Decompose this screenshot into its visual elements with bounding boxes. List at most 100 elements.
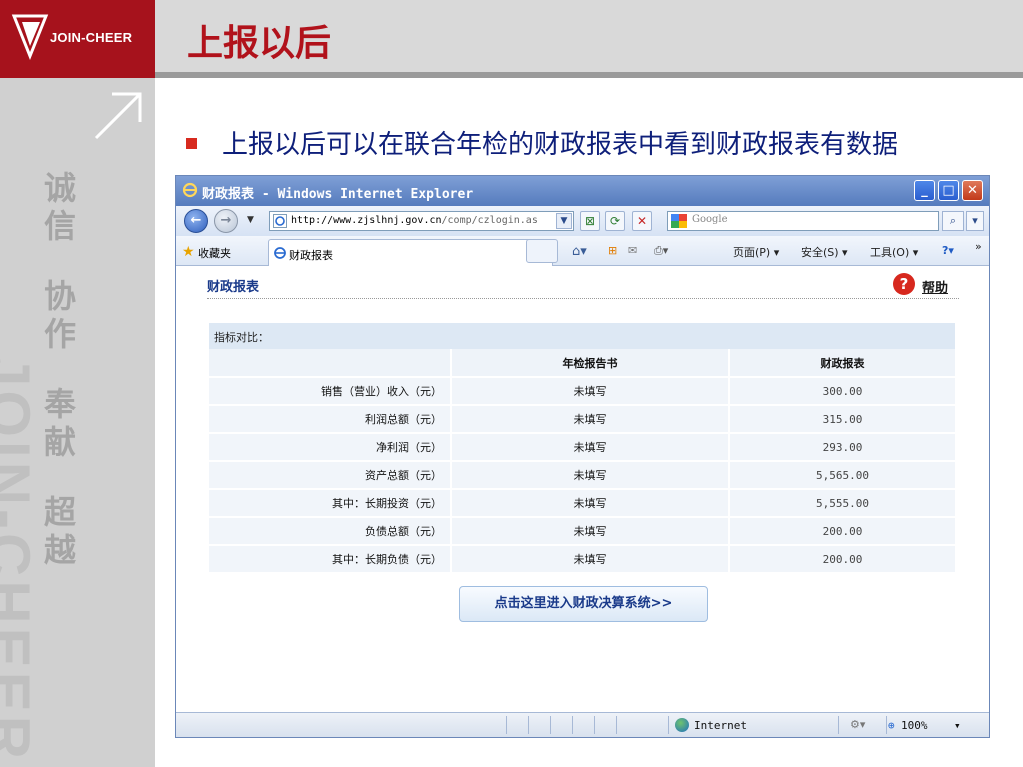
comparison-table: 年检报告书 财政报表 销售（营业）收入（元） 未填写 300.00 利润总额（元… bbox=[209, 349, 955, 574]
arrow-decoration-icon bbox=[94, 92, 142, 140]
search-button-icon[interactable]: ⌕ bbox=[942, 211, 964, 231]
page-favicon-icon bbox=[273, 214, 287, 228]
new-tab-button[interactable] bbox=[526, 239, 558, 263]
table-row: 其中：长期负债（元） 未填写 200.00 bbox=[209, 545, 955, 574]
chevron-more-icon[interactable]: » bbox=[975, 240, 982, 253]
mail-icon[interactable]: ✉ bbox=[628, 244, 637, 257]
table-row: 净利润（元） 未填写 293.00 bbox=[209, 433, 955, 462]
status-divider bbox=[572, 716, 573, 734]
annual-value: 未填写 bbox=[450, 433, 729, 462]
maximize-button[interactable]: □ bbox=[938, 180, 959, 201]
address-text[interactable]: http://www.zjslhnj.gov.cn/comp/czlogin.a… bbox=[291, 215, 545, 226]
security-zone: Internet bbox=[694, 719, 747, 732]
header-divider bbox=[207, 298, 959, 299]
compatibility-view-icon[interactable]: ⊠ bbox=[580, 211, 600, 231]
history-dropdown-icon[interactable]: ▼ bbox=[247, 215, 254, 225]
safety-menu[interactable]: 安全(S) ▾ bbox=[801, 244, 848, 260]
status-divider bbox=[550, 716, 551, 734]
ie-tab-icon bbox=[274, 247, 286, 259]
search-input[interactable]: Google bbox=[667, 211, 939, 231]
status-divider bbox=[506, 716, 507, 734]
help-menu-icon[interactable]: ?▾ bbox=[942, 244, 954, 257]
table-row: 利润总额（元） 未填写 315.00 bbox=[209, 405, 955, 434]
annual-value: 未填写 bbox=[450, 517, 729, 546]
financial-value: 5,555.00 bbox=[728, 489, 955, 518]
refresh-icon[interactable]: ⟳ bbox=[605, 211, 625, 231]
row-label: 其中：长期负债（元） bbox=[209, 545, 451, 574]
sidebar-watermark: JOIN-CHEER bbox=[0, 353, 42, 764]
back-button[interactable]: ← bbox=[184, 209, 208, 233]
search-placeholder: Google bbox=[692, 214, 728, 225]
brand-name: JOIN-CHEER bbox=[50, 30, 133, 45]
title-band-underline bbox=[155, 72, 1023, 78]
feeds-icon[interactable]: ⊞ bbox=[608, 244, 617, 257]
print-icon[interactable]: ⎙▾ bbox=[654, 244, 668, 258]
address-path: /comp/czlogin.as bbox=[441, 215, 538, 226]
enter-financial-system-button[interactable]: 点击这里进入财政决算系统>> bbox=[459, 586, 708, 622]
tab-label: 财政报表 bbox=[289, 249, 333, 262]
financial-value: 300.00 bbox=[728, 377, 955, 406]
home-icon[interactable]: ⌂▾ bbox=[572, 244, 587, 259]
financial-value: 5,565.00 bbox=[728, 461, 955, 490]
annual-value: 未填写 bbox=[450, 489, 729, 518]
ie-logo-icon bbox=[182, 182, 198, 198]
logo: JOIN-CHEER bbox=[0, 0, 155, 78]
status-bar: Internet ⚙▾ ⊕ 100% ▾ bbox=[176, 712, 989, 737]
zoom-icon[interactable]: ⊕ bbox=[888, 719, 895, 732]
google-logo-icon bbox=[671, 214, 687, 228]
status-divider bbox=[616, 716, 617, 734]
motto-char: 奉 bbox=[43, 385, 76, 423]
row-label: 资产总额（元） bbox=[209, 461, 451, 490]
stop-icon[interactable]: ✕ bbox=[632, 211, 652, 231]
page-content: 财政报表 ? 帮助 指标对比： 年检报告书 财政报表 销售（营业）收入（元） 未… bbox=[179, 268, 986, 709]
row-label: 净利润（元） bbox=[209, 433, 451, 462]
financial-value: 200.00 bbox=[728, 545, 955, 574]
address-bar[interactable]: http://www.zjslhnj.gov.cn/comp/czlogin.a… bbox=[269, 211, 574, 231]
favorites-bar: ★ 收藏夹 财政报表 ⌂▾ ⊞ ✉ ⎙▾ 页面(P) ▾ 安全(S) ▾ 工具(… bbox=[176, 236, 989, 266]
row-label: 负债总额（元） bbox=[209, 517, 451, 546]
close-button[interactable]: ✕ bbox=[962, 180, 983, 201]
column-header bbox=[209, 349, 451, 378]
motto-char: 诚 bbox=[43, 169, 76, 207]
row-label: 销售（营业）收入（元） bbox=[209, 377, 451, 406]
annual-value: 未填写 bbox=[450, 545, 729, 574]
column-header-financial-report: 财政报表 bbox=[728, 349, 955, 378]
navigation-bar: ← → ▼ http://www.zjslhnj.gov.cn/comp/czl… bbox=[176, 206, 989, 236]
minimize-button[interactable]: _ bbox=[914, 180, 935, 201]
motto-char: 协 bbox=[43, 277, 76, 315]
window-title: 财政报表 - Windows Internet Explorer bbox=[202, 187, 474, 202]
address-host: http://www.zjslhnj.gov.cn bbox=[291, 215, 442, 226]
favorites-button[interactable]: 收藏夹 bbox=[198, 245, 231, 261]
status-divider bbox=[886, 716, 887, 734]
browser-window: 财政报表 - Windows Internet Explorer _ □ ✕ ←… bbox=[175, 175, 990, 738]
annual-value: 未填写 bbox=[450, 461, 729, 490]
zoom-level[interactable]: 100% bbox=[901, 719, 928, 732]
zoom-dropdown-icon[interactable]: ▾ bbox=[954, 719, 961, 732]
motto-char: 超 bbox=[43, 493, 76, 531]
search-options-icon[interactable]: ▾ bbox=[966, 211, 984, 231]
comparison-caption: 指标对比： bbox=[214, 331, 269, 344]
comparison-caption-bar: 指标对比： bbox=[209, 323, 955, 349]
protected-mode-icon[interactable]: ⚙▾ bbox=[850, 718, 865, 731]
row-label: 利润总额（元） bbox=[209, 405, 451, 434]
forward-button[interactable]: → bbox=[214, 209, 238, 233]
status-divider bbox=[668, 716, 669, 734]
status-divider bbox=[594, 716, 595, 734]
table-row: 负债总额（元） 未填写 200.00 bbox=[209, 517, 955, 546]
table-row: 其中：长期投资（元） 未填写 5,555.00 bbox=[209, 489, 955, 518]
tab-current[interactable]: 财政报表 bbox=[268, 239, 553, 266]
tools-menu[interactable]: 工具(O) ▾ bbox=[870, 244, 918, 260]
financial-value: 200.00 bbox=[728, 517, 955, 546]
table-row: 资产总额（元） 未填写 5,565.00 bbox=[209, 461, 955, 490]
slide-title: 上报以后 bbox=[187, 23, 332, 64]
page-menu[interactable]: 页面(P) ▾ bbox=[733, 244, 779, 260]
bullet-text: 上报以后可以在联合年检的财政报表中看到财政报表有数据 bbox=[222, 130, 899, 160]
address-dropdown-icon[interactable]: ▼ bbox=[556, 213, 572, 229]
join-cheer-logo-icon bbox=[11, 14, 49, 60]
status-divider bbox=[528, 716, 529, 734]
help-icon[interactable]: ? bbox=[893, 273, 915, 295]
favorites-star-icon[interactable]: ★ bbox=[182, 244, 195, 260]
browser-titlebar[interactable]: 财政报表 - Windows Internet Explorer _ □ ✕ bbox=[176, 176, 989, 206]
help-link[interactable]: 帮助 bbox=[922, 277, 948, 296]
annual-value: 未填写 bbox=[450, 377, 729, 406]
